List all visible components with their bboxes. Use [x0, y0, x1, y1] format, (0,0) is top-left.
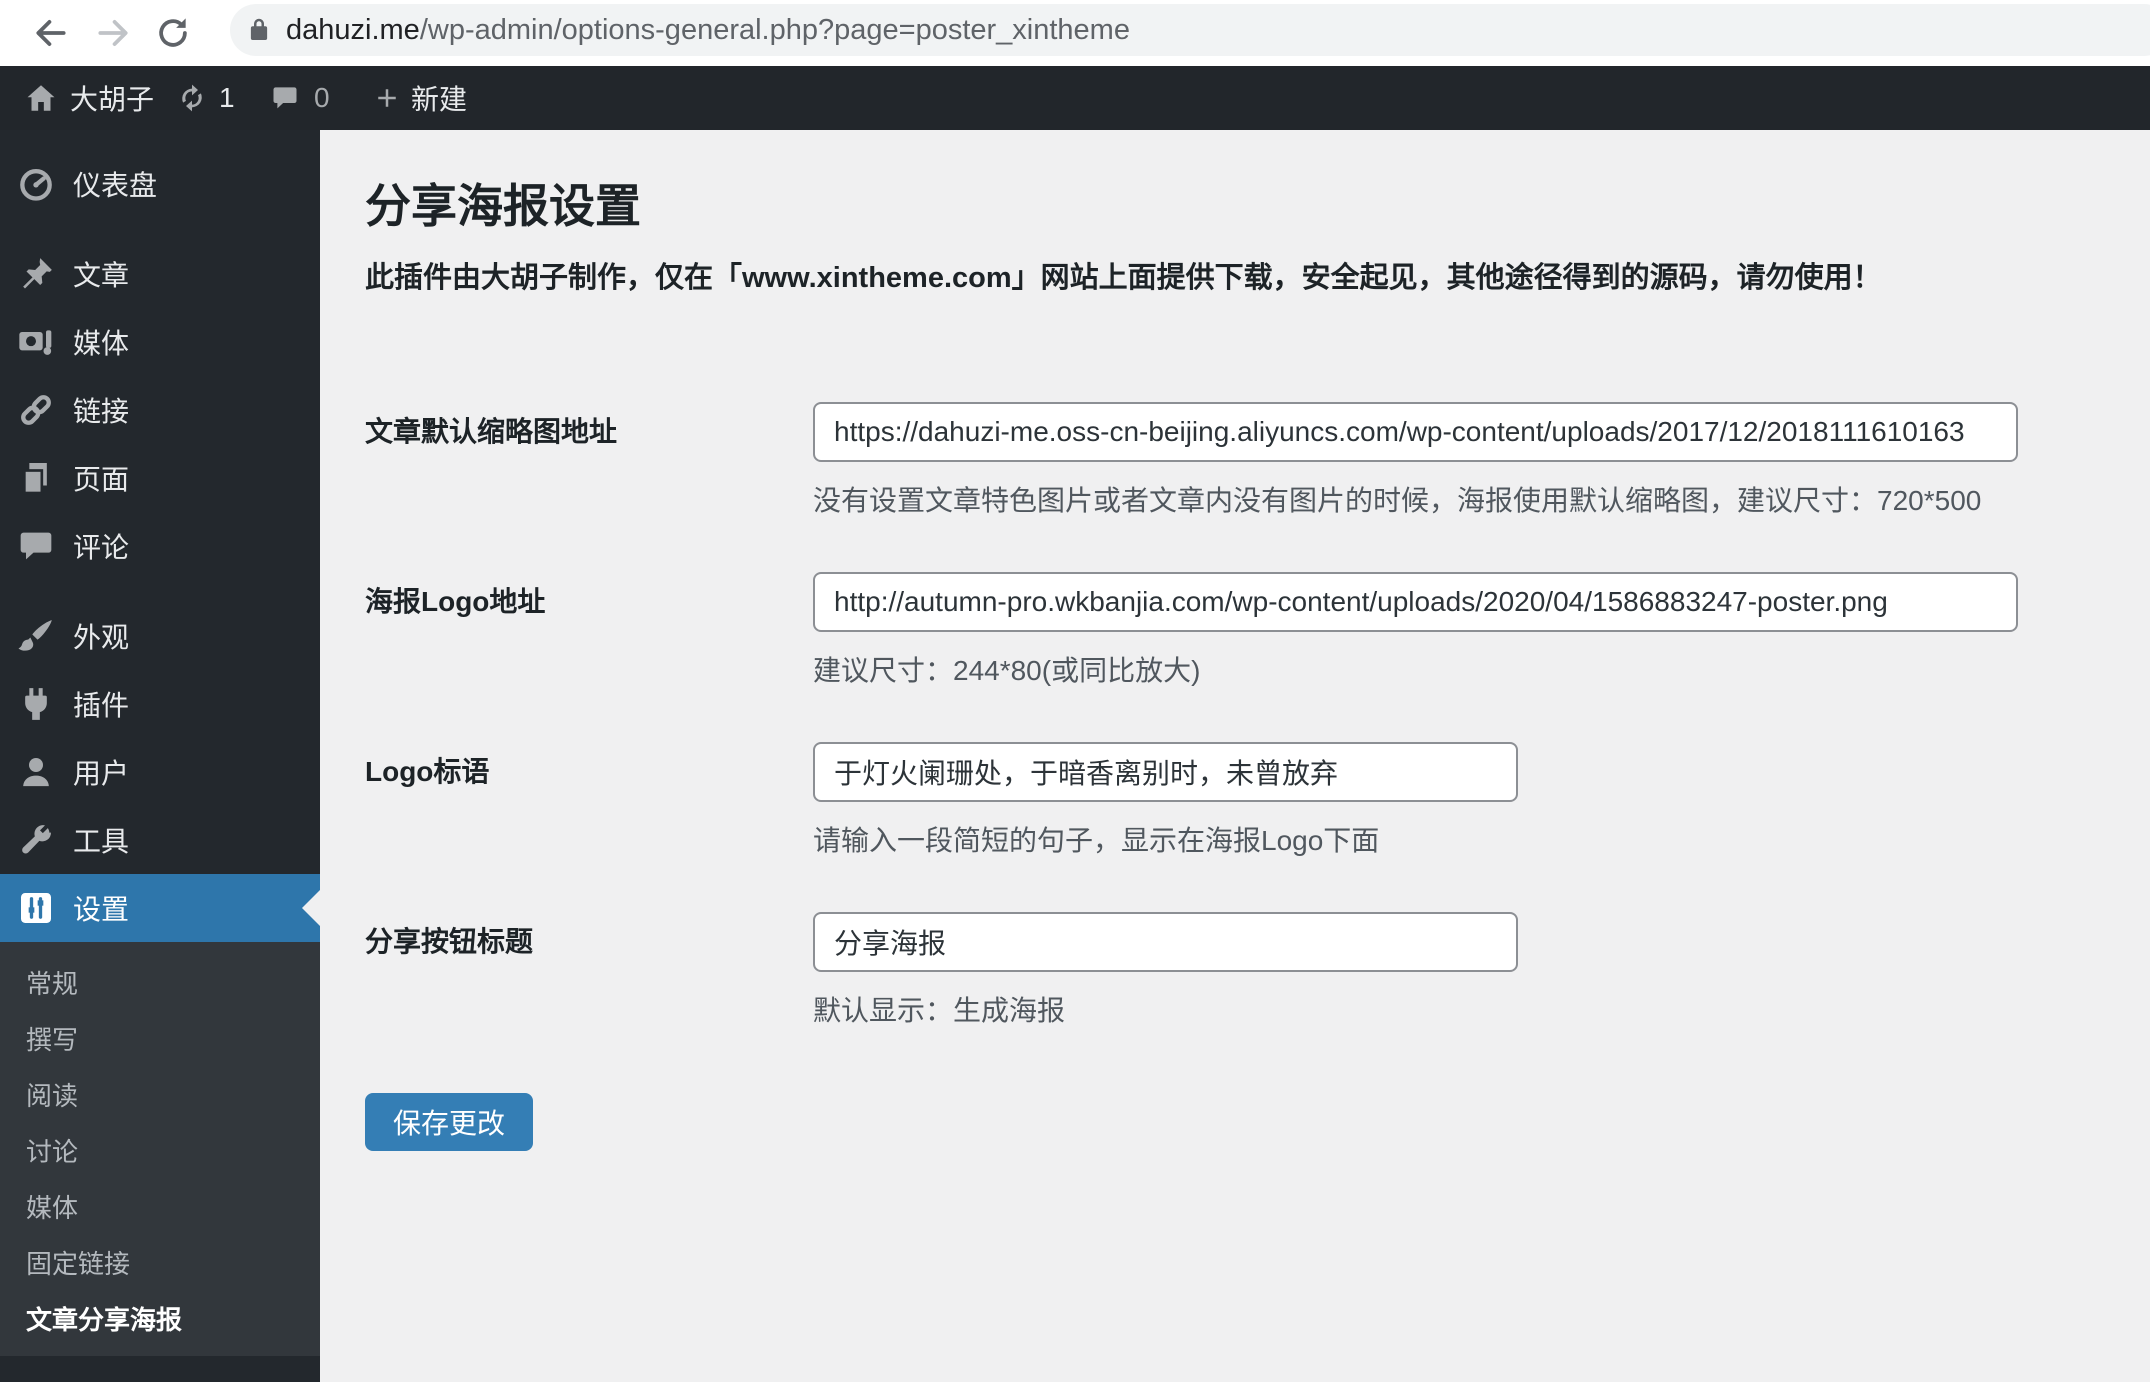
- field-help: 默认显示：生成海报: [813, 995, 1066, 1026]
- update-count: 1: [219, 82, 235, 113]
- sidebar-item-label: 链接: [73, 396, 130, 427]
- users-icon: [23, 758, 49, 787]
- submenu-item-general[interactable]: 常规: [0, 956, 320, 1012]
- sidebar-item-label: 设置: [73, 894, 130, 925]
- new-label: 新建: [411, 84, 468, 115]
- sidebar-item-settings[interactable]: 设置: [0, 874, 320, 942]
- comment-icon: [273, 87, 297, 109]
- address-bar[interactable]: dahuzi.me/wp-admin/options-general.php?p…: [230, 4, 2150, 56]
- sidebar-item-label: 外观: [73, 622, 130, 653]
- forward-icon[interactable]: [94, 14, 132, 52]
- save-changes-button[interactable]: 保存更改: [365, 1093, 534, 1151]
- admin-sidebar: 仪表盘 文章 媒体 链接 页面 评论 外观 插件 用户 工具 设置 常规 撰写 …: [0, 130, 320, 1382]
- comment-count: 0: [314, 82, 330, 113]
- updates-icon: [182, 84, 202, 112]
- admin-bar-new-link[interactable]: 新建: [372, 66, 467, 130]
- reload-icon[interactable]: [154, 14, 192, 52]
- back-icon[interactable]: [32, 14, 70, 52]
- admin-menu: 仪表盘 文章 媒体 链接 页面 评论 外观 插件 用户 工具 设置 常规 撰写 …: [0, 130, 320, 1356]
- share-button-title-input[interactable]: [813, 912, 1518, 972]
- sidebar-item-label: 媒体: [73, 328, 130, 359]
- site-name: 大胡子: [70, 84, 155, 115]
- field-help: 建议尺寸：244*80(或同比放大): [813, 655, 1201, 686]
- field-label: 海报Logo地址: [365, 586, 546, 617]
- sidebar-item-media[interactable]: 媒体: [0, 308, 320, 376]
- plus-icon: [378, 89, 396, 107]
- wp-admin-bar: 大胡子 1 0 新建: [0, 66, 2150, 130]
- lock-icon: [250, 18, 268, 40]
- sidebar-item-plugins[interactable]: 插件: [0, 670, 320, 738]
- sidebar-item-links[interactable]: 链接: [0, 376, 320, 444]
- sidebar-item-label: 工具: [73, 826, 130, 857]
- submenu-item-writing[interactable]: 撰写: [0, 1012, 320, 1068]
- comments-icon: [20, 532, 52, 560]
- screen: dahuzi.me/wp-admin/options-general.php?p…: [0, 0, 2150, 1382]
- home-icon: [27, 85, 55, 111]
- admin-bar-comments-link[interactable]: 0: [270, 66, 330, 130]
- sidebar-item-users[interactable]: 用户: [0, 738, 320, 806]
- field-label: 文章默认缩略图地址: [365, 416, 618, 447]
- menu-separator: [0, 580, 320, 602]
- tools-icon: [22, 825, 52, 854]
- submenu-item-discussion[interactable]: 讨论: [0, 1124, 320, 1180]
- sidebar-item-label: 插件: [73, 690, 130, 721]
- url-path: /wp-admin/options-general.php?page=poste…: [419, 13, 1130, 46]
- field-help: 请输入一段简短的句子，显示在海报Logo下面: [813, 825, 1380, 856]
- admin-bar-site-link[interactable]: 大胡子: [24, 66, 154, 130]
- dashboard-icon: [20, 169, 52, 201]
- field-label: 分享按钮标题: [365, 926, 534, 957]
- sidebar-item-label: 文章: [73, 260, 130, 291]
- submenu-item-reading[interactable]: 阅读: [0, 1068, 320, 1124]
- plugin-notice: 此插件由大胡子制作，仅在「www.xintheme.com」网站上面提供下载，安…: [365, 262, 1882, 294]
- field-help: 没有设置文章特色图片或者文章内没有图片的时候，海报使用默认缩略图，建议尺寸：72…: [813, 485, 1982, 516]
- sidebar-item-tools[interactable]: 工具: [0, 806, 320, 874]
- settings-page: 分享海报设置 此插件由大胡子制作，仅在「www.xintheme.com」网站上…: [320, 130, 2150, 1382]
- field-label: Logo标语: [365, 756, 490, 787]
- sidebar-item-label: 仪表盘: [73, 170, 158, 201]
- logo-slogan-input[interactable]: [813, 742, 1518, 802]
- link-icon: [21, 395, 51, 425]
- sidebar-item-label: 用户: [73, 758, 130, 789]
- admin-bar-updates-link[interactable]: 1: [176, 66, 235, 130]
- thumbnail-url-input[interactable]: [813, 402, 2018, 462]
- sidebar-item-dashboard[interactable]: 仪表盘: [0, 150, 320, 218]
- submenu-item-media[interactable]: 媒体: [0, 1180, 320, 1236]
- sidebar-item-label: 页面: [73, 464, 130, 495]
- settings-icon: [21, 893, 51, 923]
- browser-chrome: dahuzi.me/wp-admin/options-general.php?p…: [0, 0, 2150, 66]
- submenu-item-permalinks[interactable]: 固定链接: [0, 1236, 320, 1292]
- media-icon: [19, 330, 52, 355]
- pushpin-icon: [23, 258, 52, 289]
- page-title: 分享海报设置: [365, 180, 641, 232]
- menu-separator: [0, 218, 320, 240]
- settings-submenu: 常规 撰写 阅读 讨论 媒体 固定链接 文章分享海报: [0, 942, 320, 1356]
- logo-url-input[interactable]: [813, 572, 2018, 632]
- submenu-item-poster[interactable]: 文章分享海报: [0, 1292, 320, 1348]
- appearance-icon: [18, 620, 52, 651]
- active-item-notch: [302, 890, 320, 926]
- pages-icon: [23, 463, 47, 495]
- sidebar-item-appearance[interactable]: 外观: [0, 602, 320, 670]
- sidebar-item-posts[interactable]: 文章: [0, 240, 320, 308]
- sidebar-item-label: 评论: [73, 532, 130, 563]
- plugin-icon: [25, 688, 47, 720]
- sidebar-item-pages[interactable]: 页面: [0, 444, 320, 512]
- url-text: dahuzi.me/wp-admin/options-general.php?p…: [286, 14, 1130, 47]
- sidebar-item-comments[interactable]: 评论: [0, 512, 320, 580]
- url-domain: dahuzi.me: [286, 13, 420, 46]
